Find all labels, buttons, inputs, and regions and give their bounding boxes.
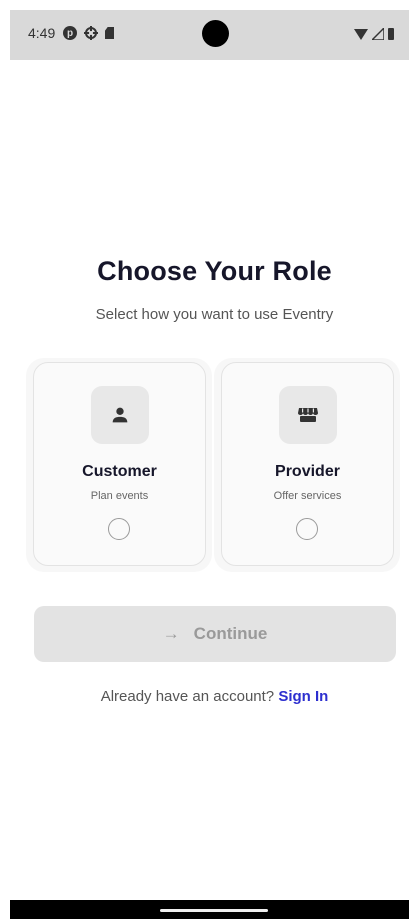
signin-link[interactable]: Sign In [278, 688, 328, 705]
settings-icon [84, 26, 98, 40]
status-time: 4:49 [28, 25, 56, 41]
role-card-provider[interactable]: Provider Offer services [221, 362, 394, 566]
page-subtitle: Select how you want to use Eventry [95, 306, 334, 323]
sd-card-icon [105, 27, 114, 39]
person-icon [112, 407, 128, 423]
navigation-bar [10, 900, 409, 919]
role-card-shell-customer: Customer Plan events [26, 358, 212, 572]
home-gesture-handle[interactable] [160, 909, 268, 912]
choose-role-screen: 4:49 p Choose Your Role Select how you w… [0, 0, 409, 919]
role-icon-box [91, 386, 149, 444]
storefront-icon [298, 408, 318, 422]
role-title: Provider [275, 463, 340, 480]
continue-button[interactable]: → Continue [34, 606, 396, 662]
continue-label: Continue [193, 624, 268, 643]
role-icon-box [279, 386, 337, 444]
role-card-shell-provider: Provider Offer services [214, 358, 400, 572]
signal-icon [372, 28, 384, 40]
pinterest-icon: p [63, 26, 77, 40]
arrow-right-icon: → [162, 624, 180, 643]
signin-prompt: Already have an account? [100, 688, 275, 705]
role-description: Plan events [90, 490, 149, 502]
role-title: Customer [82, 463, 157, 480]
role-card-customer[interactable]: Customer Plan events [33, 362, 206, 566]
wifi-icon [354, 28, 368, 40]
signin-row: Already have an account? Sign In [0, 688, 409, 705]
role-radio-customer[interactable] [108, 518, 130, 540]
battery-icon [388, 28, 394, 40]
status-right-icons [354, 28, 394, 40]
role-description: Offer services [273, 490, 342, 502]
camera-cutout [202, 20, 229, 47]
page-title: Choose Your Role [97, 256, 332, 286]
status-left-icons: p [63, 26, 114, 40]
role-radio-provider[interactable] [296, 518, 318, 540]
